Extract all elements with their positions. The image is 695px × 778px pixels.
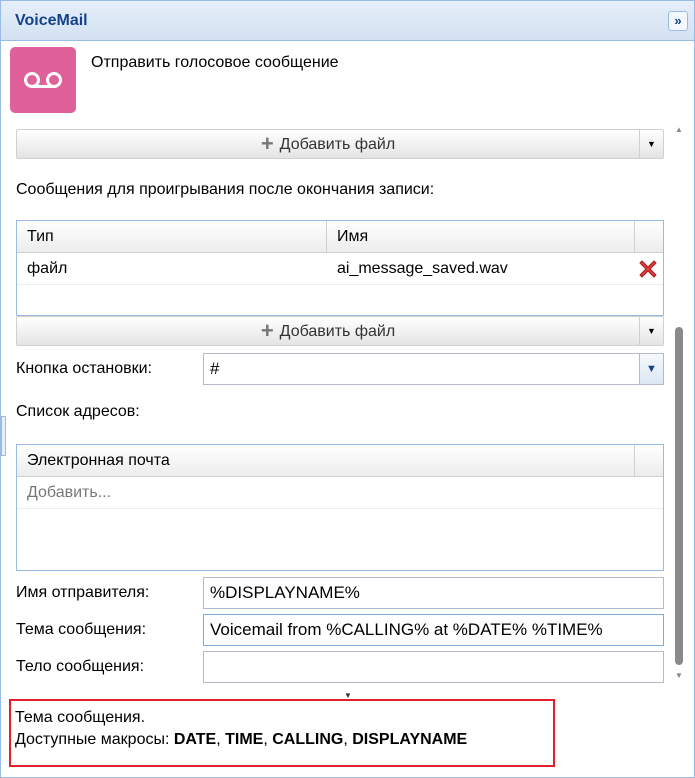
playback-grid: Тип Имя файл ai_message_saved.wav [16,220,664,316]
stop-key-value: # [210,359,220,378]
delete-icon[interactable] [636,257,660,281]
settings-scroll-area[interactable]: + Добавить файл ▼ Сообщения для проигрыва… [1,127,694,692]
chevron-down-icon[interactable]: ▼ [639,354,663,384]
subject-input[interactable]: Voicemail from %CALLING% at %DATE% %TIME… [203,614,664,646]
panel-title: VoiceMail [15,12,88,29]
node-header: Отправить голосовое сообщение [1,42,694,127]
stop-key-row: Кнопка остановки: # ▼ [16,353,664,385]
stop-key-label: Кнопка остановки: [16,360,152,377]
macro-displayname: DISPLAYNAME [352,731,468,748]
node-description: Отправить голосовое сообщение [91,54,339,71]
add-file-button-top[interactable]: + Добавить файл ▼ [16,129,664,159]
add-file-button[interactable]: + Добавить файл ▼ [16,316,664,346]
body-input[interactable] [203,651,664,683]
add-email-placeholder[interactable]: Добавить... [17,477,111,509]
left-collapse-handle[interactable] [1,416,6,456]
sender-row: Имя отправителя: %DISPLAYNAME% [16,577,664,609]
add-file-label: Добавить файл [279,136,396,153]
column-header-email[interactable]: Электронная почта [17,445,635,477]
email-grid: Электронная почта Добавить... [16,444,664,571]
voicemail-icon [10,47,76,113]
scrollbar-thumb[interactable] [675,327,683,665]
body-label: Тело сообщения: [16,658,145,675]
help-macros-prefix: Доступные макросы: [15,731,174,748]
macro-calling: CALLING [272,731,344,748]
plus-icon: + [260,318,274,343]
plus-icon: + [260,131,274,156]
email-grid-header: Электронная почта [17,445,663,477]
macro-time: TIME [225,731,264,748]
table-row[interactable]: файл ai_message_saved.wav [17,253,663,285]
voicemail-panel: VoiceMail » Отправить голосовое сообщени… [0,0,695,778]
macro-date: DATE [173,731,217,748]
subject-row: Тема сообщения: Voicemail from %CALLING%… [16,614,664,646]
playback-section-label: Сообщения для проигрывания после окончан… [16,181,435,198]
help-box: Тема сообщения. Доступные макросы: DATE,… [9,699,555,767]
dropdown-arrow-icon[interactable]: ▼ [639,130,663,158]
subject-label: Тема сообщения: [16,621,147,638]
column-header-name[interactable]: Имя [327,221,635,253]
scroll-up-icon[interactable]: ▲ [674,127,684,134]
scroll-down-icon[interactable]: ▼ [674,671,684,680]
sender-label: Имя отправителя: [16,584,150,601]
panel-titlebar: VoiceMail » [1,1,694,41]
address-list-label: Список адресов: [16,403,140,420]
sender-input[interactable]: %DISPLAYNAME% [203,577,664,609]
column-header-type[interactable]: Тип [17,221,327,253]
help-macros: Доступные макросы: DATE, TIME, CALLING, … [15,731,468,748]
body-row: Тело сообщения: [16,651,664,683]
stop-key-combo[interactable]: # ▼ [203,353,664,385]
vertical-scrollbar[interactable]: ▲ ▼ [674,127,684,689]
help-title: Тема сообщения. [15,709,146,726]
add-email-row[interactable]: Добавить... [17,477,663,509]
dropdown-arrow-icon[interactable]: ▼ [639,317,663,345]
playback-grid-header: Тип Имя [17,221,663,253]
add-file-label: Добавить файл [279,323,396,340]
double-chevron-right-icon[interactable]: » [668,11,688,31]
cell-type: файл [27,260,68,277]
cell-name: ai_message_saved.wav [337,260,508,277]
